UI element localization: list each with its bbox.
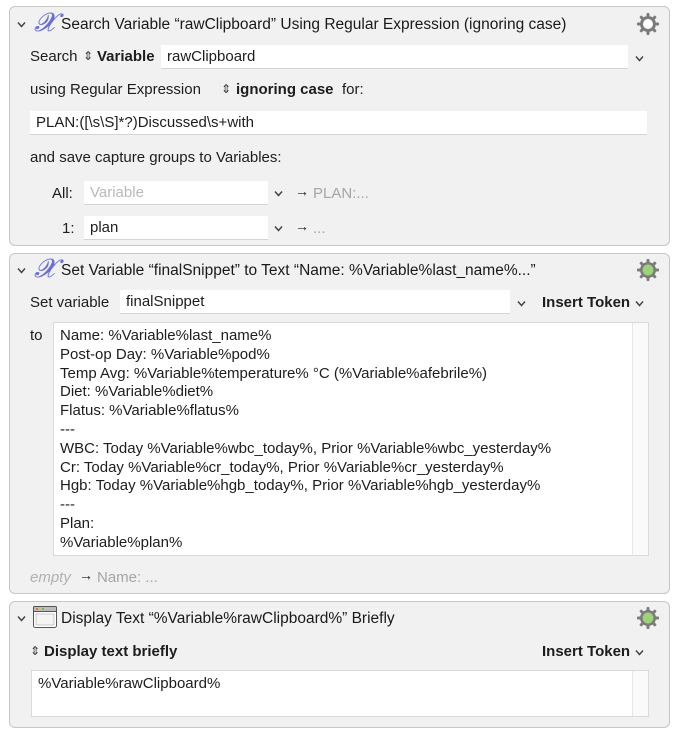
group1-variable-field[interactable]: plan xyxy=(84,216,268,240)
action-display-text: Display Text “%Variable%rawClipboard%” B… xyxy=(9,601,670,728)
disclosure-chevron-icon[interactable] xyxy=(17,20,26,29)
action-search-variable: 𝓧 Search Variable “rawClipboard” Using R… xyxy=(9,6,670,246)
scrollbar[interactable] xyxy=(632,671,648,716)
right-arrow-icon: → xyxy=(295,183,309,199)
text-line: Temp Avg: %Variable%temperature% °C (%Va… xyxy=(60,364,488,382)
gear-icon[interactable] xyxy=(636,606,660,630)
all-variable-placeholder: Variable xyxy=(90,184,144,201)
disclosure-chevron-icon[interactable] xyxy=(17,614,26,623)
preview-text: Name: ... xyxy=(97,569,158,586)
text-line: %Variable%rawClipboard% xyxy=(38,675,221,692)
variable-name-field[interactable]: rawClipboard xyxy=(161,45,628,69)
for-label: for: xyxy=(342,81,364,98)
text-line: Name: %Variable%last_name% xyxy=(60,327,272,344)
popup-chevron-icon[interactable] xyxy=(274,189,283,198)
updown-arrows-icon[interactable]: ⇕ xyxy=(30,644,40,658)
window-icon xyxy=(33,606,57,632)
text-line: Cr: Today %Variable%cr_today%, Prior %Va… xyxy=(60,458,504,476)
text-line: Hgb: Today %Variable%hgb_today%, Prior %… xyxy=(60,477,541,495)
text-line: %Variable%plan% xyxy=(60,533,183,551)
text-line: WBC: Today %Variable%wbc_today%, Prior %… xyxy=(60,439,552,457)
popup-chevron-icon[interactable] xyxy=(635,54,644,63)
insert-token-button[interactable]: Insert Token xyxy=(542,643,630,660)
all-preview: PLAN:... xyxy=(313,185,369,202)
text-line: --- xyxy=(60,420,75,438)
variable-x-icon: 𝓧 xyxy=(34,254,56,284)
save-groups-label: and save capture groups to Variables: xyxy=(30,149,282,166)
variable-name-value: rawClipboard xyxy=(167,48,256,65)
source-type-popup[interactable]: Variable xyxy=(97,48,155,65)
set-variable-label: Set variable xyxy=(30,294,110,311)
chevron-down-icon[interactable] xyxy=(635,648,644,657)
action-title[interactable]: Set Variable “finalSnippet” to Text “Nam… xyxy=(61,262,536,280)
group1-value: plan xyxy=(90,219,119,236)
popup-chevron-icon[interactable] xyxy=(517,299,526,308)
text-area[interactable]: %Variable%rawClipboard% xyxy=(31,670,649,717)
search-label: Search xyxy=(30,48,78,65)
group1-label: 1: xyxy=(62,220,75,237)
text-area[interactable]: Name: %Variable%last_name% Post-op Day: %… xyxy=(53,322,649,556)
text-line: Flatus: %Variable%flatus% xyxy=(60,402,239,420)
preview-empty: empty xyxy=(30,569,71,586)
text-line: Diet: %Variable%diet% xyxy=(60,383,214,401)
popup-chevron-icon[interactable] xyxy=(274,224,283,233)
updown-arrows-icon[interactable]: ⇕ xyxy=(83,49,93,63)
to-label: to xyxy=(30,327,43,344)
gear-icon[interactable] xyxy=(636,12,660,36)
variable-x-icon: 𝓧 xyxy=(34,8,56,38)
right-arrow-icon: → xyxy=(79,567,93,583)
action-title[interactable]: Search Variable “rawClipboard” Using Reg… xyxy=(61,16,566,34)
display-mode-popup[interactable]: Display text briefly xyxy=(44,643,177,660)
right-arrow-icon: → xyxy=(295,218,309,234)
all-label: All: xyxy=(52,185,73,202)
variable-name-field[interactable]: finalSnippet xyxy=(120,290,510,314)
updown-arrows-icon[interactable]: ⇕ xyxy=(221,82,231,96)
gear-icon[interactable] xyxy=(636,258,660,282)
variable-name-value: finalSnippet xyxy=(126,293,205,310)
text-line: Post-op Day: %Variable%pod% xyxy=(60,345,270,363)
using-regex-label: using Regular Expression xyxy=(30,81,201,98)
regex-value: PLAN:([\s\S]*?)Discussed\s+with xyxy=(36,114,254,131)
scrollbar[interactable] xyxy=(632,323,648,555)
all-variable-field[interactable]: Variable xyxy=(84,181,268,205)
text-line: --- xyxy=(60,496,75,514)
text-line: Plan: xyxy=(60,514,95,532)
disclosure-chevron-icon[interactable] xyxy=(17,266,26,275)
regex-field[interactable]: PLAN:([\s\S]*?)Discussed\s+with xyxy=(30,111,647,135)
action-title[interactable]: Display Text “%Variable%rawClipboard%” B… xyxy=(61,610,395,628)
chevron-down-icon[interactable] xyxy=(635,299,644,308)
action-set-variable: 𝓧 Set Variable “finalSnippet” to Text “N… xyxy=(9,253,670,594)
case-option-popup[interactable]: ignoring case xyxy=(236,81,334,98)
group1-preview: ... xyxy=(313,220,326,237)
insert-token-button[interactable]: Insert Token xyxy=(542,294,630,311)
